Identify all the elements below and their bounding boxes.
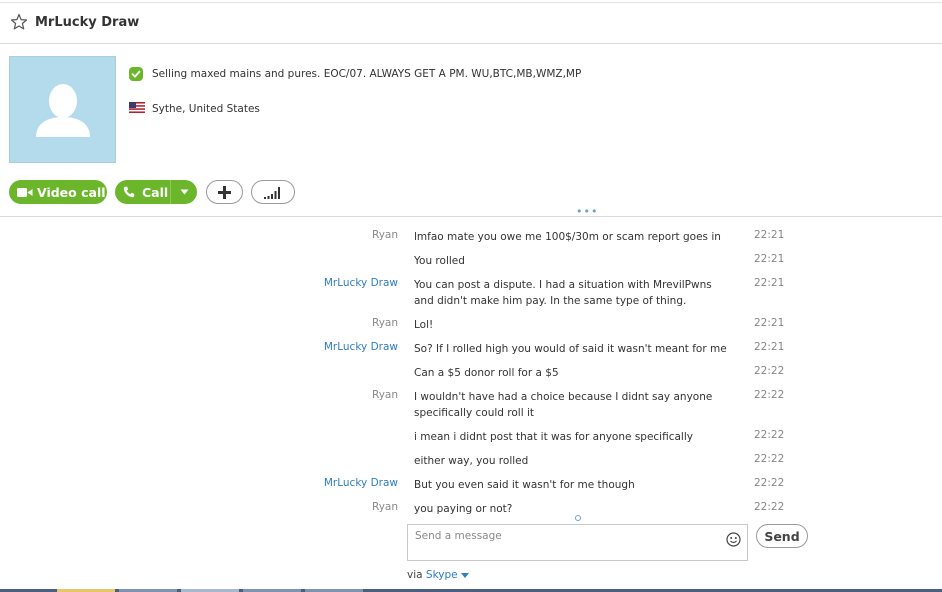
chevron-down-icon — [180, 189, 188, 195]
call-quality-button[interactable] — [251, 180, 295, 204]
call-label: Call — [142, 184, 169, 200]
message-text: you paying or not? — [414, 503, 513, 515]
add-to-call-button[interactable] — [206, 180, 243, 204]
message-timestamp: 22:22 — [754, 389, 785, 401]
message-input[interactable] — [415, 530, 715, 542]
message-text: Can a $5 donor roll for a $5 — [414, 367, 559, 379]
avatar[interactable] — [9, 56, 116, 163]
contact-location: Sythe, United States — [152, 103, 260, 115]
online-status-icon — [129, 67, 143, 81]
message-text: i mean i didnt post that it was for anyo… — [414, 431, 693, 443]
message-timestamp: 22:21 — [754, 277, 785, 289]
via-service: via Skype — [407, 569, 469, 581]
message-timestamp: 22:22 — [754, 429, 785, 441]
via-label: via — [407, 569, 423, 581]
message-text: lmfao mate you owe me 100$/30m or scam r… — [414, 231, 721, 243]
plus-icon — [218, 185, 231, 199]
call-options-dropdown[interactable] — [170, 180, 197, 204]
video-call-label: Video call — [37, 184, 106, 200]
message-timestamp: 22:21 — [754, 229, 785, 241]
message-timestamp: 22:22 — [754, 501, 785, 513]
message-sender[interactable]: Ryan — [218, 389, 398, 401]
service-selector[interactable]: Skype — [426, 569, 469, 581]
video-camera-icon — [17, 187, 33, 198]
message-sender[interactable]: Ryan — [218, 317, 398, 329]
mood-message: Selling maxed mains and pures. EOC/07. A… — [152, 68, 582, 80]
contact-name: MrLucky Draw — [35, 15, 140, 30]
typing-indicator-icon — [575, 515, 581, 521]
message-timestamp: 22:22 — [754, 365, 785, 377]
favorite-star-icon[interactable] — [10, 13, 28, 31]
message-timestamp: 22:22 — [754, 477, 785, 489]
message-text: So? If I rolled high you would of said i… — [414, 343, 727, 355]
header-divider — [0, 43, 942, 44]
message-sender[interactable]: Ryan — [218, 229, 398, 241]
signal-bars-icon — [264, 186, 280, 199]
message-sender[interactable]: MrLucky Draw — [218, 341, 398, 353]
call-button[interactable]: Call — [115, 180, 197, 204]
message-composer[interactable] — [407, 524, 748, 561]
message-timestamp: 22:21 — [754, 341, 785, 353]
message-sender[interactable]: MrLucky Draw — [218, 277, 398, 289]
message-text: But you even said it wasn't for me thoug… — [414, 479, 635, 491]
default-avatar-icon — [36, 84, 90, 137]
message-text: You rolled — [414, 255, 465, 267]
message-text: either way, you rolled — [414, 455, 529, 467]
message-text: You can post a dispute. I had a situatio… — [414, 279, 712, 307]
message-text: Lol! — [414, 319, 434, 331]
video-call-button[interactable]: Video call — [9, 180, 107, 204]
chevron-down-icon — [460, 573, 469, 578]
message-timestamp: 22:22 — [754, 453, 785, 465]
conversation-divider — [0, 216, 942, 217]
message-text: I wouldn't have had a choice because I d… — [414, 391, 713, 419]
message-timestamp: 22:21 — [754, 253, 785, 265]
us-flag-icon — [129, 102, 145, 113]
top-border — [0, 2, 942, 3]
message-sender[interactable]: Ryan — [218, 501, 398, 513]
service-name: Skype — [425, 569, 458, 581]
emoticon-icon[interactable] — [726, 532, 741, 547]
message-sender[interactable]: MrLucky Draw — [218, 477, 398, 489]
phone-icon — [123, 186, 135, 198]
message-timestamp: 22:21 — [754, 317, 785, 329]
send-button[interactable]: Send — [756, 524, 808, 548]
